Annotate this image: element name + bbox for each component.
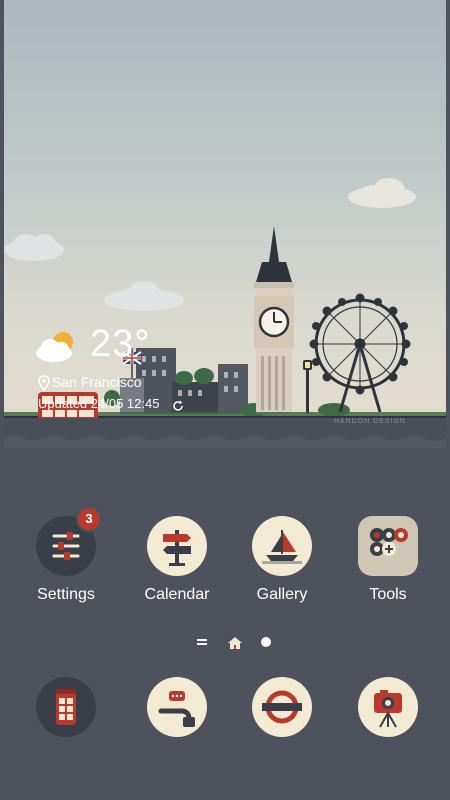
phone-booth-icon: [36, 677, 96, 737]
page-menu-indicator[interactable]: [197, 638, 207, 646]
temperature: 23°: [90, 323, 151, 365]
sailboat-icon: [252, 516, 312, 576]
app-label: Gallery: [256, 586, 308, 603]
cloud: [104, 281, 184, 311]
page-indicator: [4, 636, 446, 650]
settings-sliders-icon: 3: [36, 506, 102, 576]
dock-camera[interactable]: [343, 677, 433, 737]
london-eye: [309, 293, 411, 413]
big-ben-tower: [254, 226, 294, 414]
app-settings[interactable]: 3 Settings: [21, 506, 111, 604]
weather-location: San Francisco: [52, 374, 142, 390]
app-label: Tools: [369, 586, 407, 603]
lamp-post: [303, 360, 312, 414]
app-gallery[interactable]: Gallery: [237, 516, 327, 604]
camera-tripod-icon: [358, 677, 418, 737]
dock-messages[interactable]: [132, 677, 222, 737]
app-label: Calendar: [144, 586, 210, 603]
folder-icon: [358, 516, 418, 576]
location-pin-icon: [38, 375, 50, 396]
underground-logo-icon: [252, 677, 312, 737]
cloud: [348, 178, 416, 208]
wallpaper-watermark: HANDON DESIGN: [333, 418, 406, 425]
wallpaper-skyline: [4, 178, 446, 429]
notification-badge: 3: [76, 506, 102, 532]
refresh-icon[interactable]: [172, 399, 184, 417]
app-tools[interactable]: Tools: [343, 516, 433, 604]
weather-updated-time: Updated 24/05 12:45: [38, 396, 160, 411]
dock-phone[interactable]: [21, 677, 111, 737]
home-page-icon[interactable]: [228, 636, 242, 654]
river: HANDON DESIGN: [4, 418, 446, 448]
home-screen: HANDON DESIGN 23° San Francisco Updated …: [4, 0, 446, 800]
app-label: Settings: [37, 586, 95, 603]
dock-browser[interactable]: [237, 677, 327, 737]
pipe-chat-icon: [147, 677, 207, 737]
partly-cloudy-icon: [36, 332, 73, 362]
page-dot[interactable]: [261, 637, 271, 647]
signpost-icon: [147, 516, 207, 576]
cloud: [4, 234, 64, 261]
app-calendar[interactable]: Calendar: [132, 516, 222, 604]
